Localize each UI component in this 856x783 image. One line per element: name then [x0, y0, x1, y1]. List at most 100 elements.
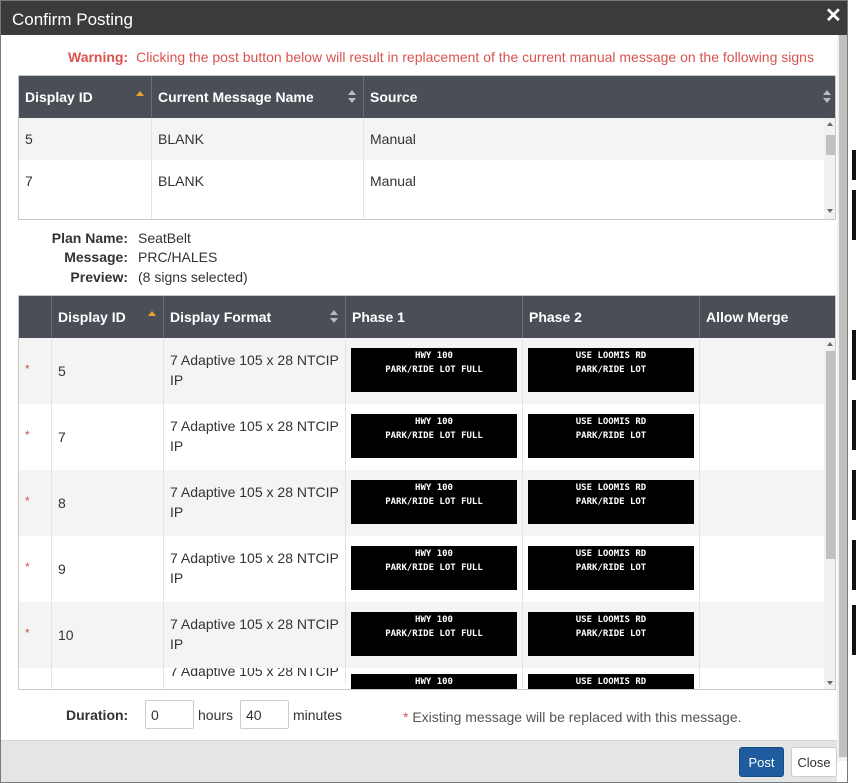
dialog-scrollbar[interactable]	[837, 35, 847, 761]
note-text: Existing message will be replaced with t…	[412, 709, 742, 725]
scrollbar-thumb[interactable]	[826, 351, 835, 559]
warning-text: Clicking the post button below will resu…	[136, 49, 814, 65]
sign-preview: HWY 100 PARK/RIDE LOT FULL	[351, 480, 517, 524]
sign-line: USE LOOMIS RD	[575, 615, 647, 625]
required-marker: *	[403, 709, 409, 725]
sign-line: HWY 100	[415, 549, 453, 559]
scroll-up-icon[interactable]	[827, 122, 833, 126]
dialog-titlebar: Confirm Posting ✕	[1, 1, 847, 35]
col-display-id[interactable]: Display ID	[52, 296, 164, 338]
cell-display-id: 7	[52, 404, 164, 470]
table-row[interactable]: * 5 7 Adaptive 105 x 28 NTCIP IP HWY 100 P…	[19, 338, 824, 404]
sign-preview: USE LOOMIS RD	[528, 674, 694, 689]
sign-preview: HWY 100 PARK/RIDE LOT FULL	[351, 348, 517, 392]
sort-icon	[330, 310, 338, 324]
cell-phase-1: HWY 100 PARK/RIDE LOT FULL	[346, 404, 523, 470]
cell-display-format: 7 Adaptive 105 x 28 NTCIP IP	[164, 602, 346, 668]
post-button[interactable]: Post	[739, 747, 784, 777]
cell-allow-merge	[700, 536, 824, 602]
col-display-format[interactable]: Display Format	[164, 296, 346, 338]
cell-phase-2: USE LOOMIS RD PARK/RIDE LOT	[523, 404, 700, 470]
grid-scrollbar[interactable]	[824, 338, 835, 689]
hours-input[interactable]	[145, 700, 194, 729]
sign-preview: USE LOOMIS RD PARK/RIDE LOT	[528, 612, 694, 656]
cell-marker: *	[19, 536, 52, 602]
table-row[interactable]: * 9 7 Adaptive 105 x 28 NTCIP IP HWY 100 P…	[19, 536, 824, 602]
close-button[interactable]: Close	[791, 747, 837, 777]
table-row[interactable]: * 7 7 Adaptive 105 x 28 NTCIP IP HWY 100 P…	[19, 404, 824, 470]
sign-line: HWY 100	[415, 483, 453, 493]
cell-display-format: 7 Adaptive 105 x 28 NTCIP IP	[164, 536, 346, 602]
col-phase-1: Phase 1	[346, 296, 523, 338]
cell-display-id: 9	[52, 536, 164, 602]
close-icon[interactable]: ✕	[825, 6, 842, 26]
cell-phase-2: USE LOOMIS RD	[523, 668, 700, 689]
preview-label: Preview:	[70, 269, 128, 285]
sign-line: PARK/RIDE LOT FULL	[385, 497, 483, 507]
format-line: IP	[170, 570, 184, 586]
warning-label: Warning:	[68, 49, 129, 65]
sign-line: PARK/RIDE LOT	[575, 563, 647, 573]
sign-line: USE LOOMIS RD	[575, 483, 647, 493]
cell-allow-merge	[700, 602, 824, 668]
cell-display-format: 7 Adaptive 105 x 28 NTCIP	[164, 668, 346, 684]
dialog-content: Warning: Clicking the post button below w…	[1, 35, 837, 740]
warning-message: Warning: Clicking the post button below w…	[68, 49, 814, 65]
table-row[interactable]: 5 BLANK Manual	[19, 118, 824, 160]
sort-icon	[823, 90, 831, 104]
dialog-footer: Post Close	[1, 740, 837, 782]
cell-marker: *	[19, 404, 52, 470]
sign-line: USE LOOMIS RD	[575, 677, 647, 687]
sign-preview: HWY 100	[351, 674, 517, 689]
background-fragment	[852, 150, 856, 180]
col-current-message-name[interactable]: Current Message Name	[152, 76, 364, 118]
sign-line: HWY 100	[415, 351, 453, 361]
cell-display-id: 5	[19, 118, 152, 160]
cell-display-id: 5	[52, 338, 164, 404]
background-page	[848, 0, 856, 783]
cell-phase-1: HWY 100 PARK/RIDE LOT FULL	[346, 536, 523, 602]
table-row[interactable]: * 8 7 Adaptive 105 x 28 NTCIP IP HWY 100 P…	[19, 470, 824, 536]
sign-line: USE LOOMIS RD	[575, 351, 647, 361]
scroll-down-icon[interactable]	[827, 681, 833, 685]
sort-ascending-icon	[148, 311, 156, 316]
grid-scrollbar[interactable]	[824, 118, 835, 219]
hours-unit: hours	[198, 707, 234, 723]
message-label: Message:	[64, 249, 128, 265]
format-line: IP	[170, 636, 184, 652]
cell-display-format: 7 Adaptive 105 x 28 NTCIP IP	[164, 470, 346, 536]
format-line: 7 Adaptive 105 x 28 NTCIP	[170, 616, 339, 632]
sign-line: USE LOOMIS RD	[575, 417, 647, 427]
dialog-title: Confirm Posting	[12, 10, 133, 29]
format-line: 7 Adaptive 105 x 28 NTCIP	[170, 484, 339, 500]
cell-display-id: 10	[52, 602, 164, 668]
table-row-partial[interactable]: 7 Adaptive 105 x 28 NTCIP HWY 100 USE LO…	[19, 668, 824, 689]
format-line: IP	[170, 504, 184, 520]
required-marker: *	[25, 428, 30, 442]
col-source[interactable]: Source	[364, 76, 835, 118]
sign-line: HWY 100	[415, 615, 453, 625]
format-line: 7 Adaptive 105 x 28 NTCIP	[170, 550, 339, 566]
minutes-unit: minutes	[293, 707, 343, 723]
scrollbar-thumb[interactable]	[826, 135, 835, 155]
confirm-posting-dialog: Confirm Posting ✕ Warning: Clicking the p…	[0, 0, 848, 783]
sign-preview: HWY 100 PARK/RIDE LOT FULL	[351, 414, 517, 458]
cell-message-name: BLANK	[152, 118, 364, 160]
col-display-id[interactable]: Display ID	[19, 76, 152, 118]
duration-label: Duration:	[66, 707, 129, 723]
col-header-label: Source	[370, 89, 418, 105]
sign-preview: USE LOOMIS RD PARK/RIDE LOT	[528, 480, 694, 524]
sign-preview: HWY 100 PARK/RIDE LOT FULL	[351, 546, 517, 590]
background-fragment	[852, 540, 856, 590]
scroll-up-icon[interactable]	[827, 342, 833, 346]
scroll-down-icon[interactable]	[827, 209, 833, 213]
col-marker	[19, 296, 52, 338]
background-fragment	[852, 190, 856, 240]
minutes-input[interactable]	[240, 700, 289, 729]
table-row[interactable]: 7 BLANK Manual	[19, 160, 824, 202]
table-row[interactable]: * 10 7 Adaptive 105 x 28 NTCIP IP HWY 100…	[19, 602, 824, 668]
col-phase-2: Phase 2	[523, 296, 700, 338]
col-header-label: Current Message Name	[158, 89, 314, 105]
scrollbar-thumb[interactable]	[839, 35, 847, 757]
format-line: 7 Adaptive 105 x 28 NTCIP	[170, 668, 339, 679]
